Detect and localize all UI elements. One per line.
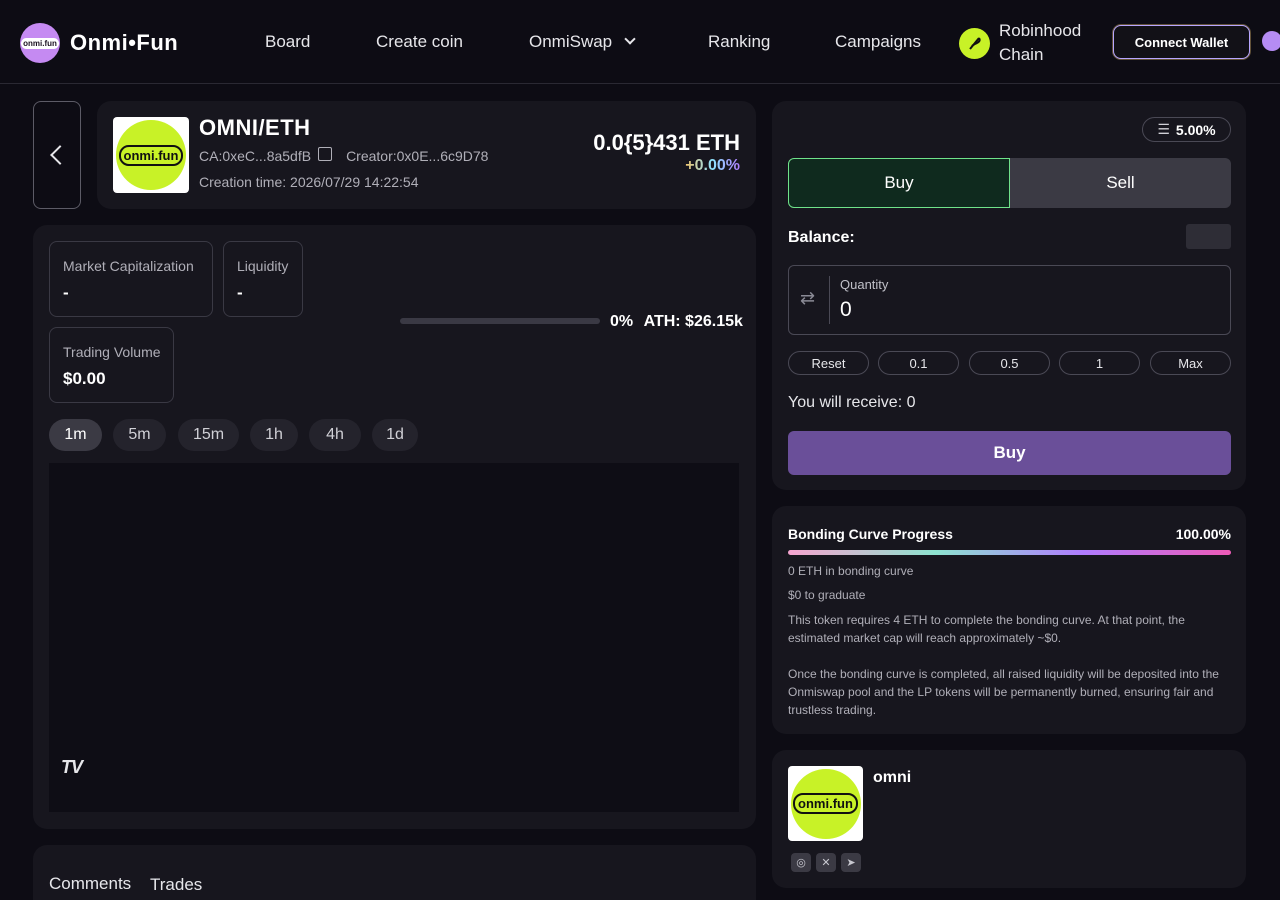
balance-label: Balance:	[788, 229, 855, 246]
ath-progress-percent: 0%	[610, 313, 634, 330]
contract-address: CA:0xeC...8a5dfB	[199, 148, 312, 164]
sell-tab[interactable]: Sell	[1010, 158, 1231, 208]
chevron-down-icon	[624, 33, 636, 45]
nav-ranking[interactable]: Ranking	[708, 32, 770, 52]
timeframe-1d[interactable]: 1d	[372, 419, 418, 451]
bonding-curve-panel: Bonding Curve Progress 100.00% 0 ETH in …	[772, 506, 1246, 734]
liquidity-label: Liquidity	[237, 258, 289, 274]
logo-wordmark: Onmi•Fun	[70, 30, 179, 55]
slippage-value: 5.00%	[1175, 121, 1216, 138]
eth-in-curve: 0 ETH in bonding curve	[788, 564, 914, 578]
receive-estimate: You will receive: 0	[788, 394, 916, 411]
timeframe-1m[interactable]: 1m	[49, 419, 102, 451]
quick-max-button[interactable]: Max	[1150, 351, 1231, 375]
to-graduate: $0 to graduate	[788, 588, 866, 602]
liquidity-card: Liquidity -	[223, 241, 303, 317]
bonding-description-1: This token requires 4 ETH to complete th…	[788, 613, 1185, 645]
quantity-label: Quantity	[840, 277, 889, 292]
top-navbar: onmi.fun Onmi•Fun Board Create coin Onmi…	[0, 0, 1280, 84]
tab-comments[interactable]: Comments	[49, 874, 131, 894]
nav-create-coin[interactable]: Create coin	[376, 32, 463, 52]
quick-0.1-button[interactable]: 0.1	[878, 351, 959, 375]
comments-trades-panel: Comments Trades	[33, 845, 756, 900]
slippage-button[interactable]: ☰ 5.00%	[1142, 117, 1231, 142]
bonding-curve-title: Bonding Curve Progress	[788, 526, 953, 542]
ath-value: ATH: $26.15k	[643, 313, 743, 330]
chain-name-line2: Chain	[999, 45, 1044, 64]
timeframe-15m[interactable]: 15m	[178, 419, 239, 451]
trading-volume-value: $0.00	[63, 369, 106, 388]
chain-selector[interactable]: Robinhood Chain	[959, 19, 1081, 67]
price-chart-area[interactable]: TV	[49, 463, 739, 812]
bonding-curve-progress-bar	[788, 550, 1231, 555]
liquidity-value: -	[237, 283, 243, 302]
telegram-icon[interactable]: ➤	[841, 853, 861, 872]
timeframe-5m[interactable]: 5m	[113, 419, 166, 451]
nav-campaigns[interactable]: Campaigns	[835, 32, 921, 52]
bonding-curve-progress-fill	[788, 550, 1231, 555]
quantity-input-box[interactable]: ⇄ Quantity 0	[788, 265, 1231, 335]
profile-token-name: omni	[873, 769, 912, 786]
buy-submit-button[interactable]: Buy	[788, 431, 1231, 475]
copy-icon[interactable]	[318, 147, 333, 161]
token-logo: onmi.fun	[113, 117, 189, 193]
ath-progress-bar	[400, 318, 600, 324]
quick-reset-button[interactable]: Reset	[788, 351, 869, 375]
tradingview-logo-icon: TV	[61, 757, 83, 777]
tab-trades[interactable]: Trades	[150, 875, 202, 895]
site-logo[interactable]: onmi.fun Onmi•Fun	[20, 23, 178, 63]
balance-value-placeholder	[1186, 224, 1231, 249]
token-price: 0.0{5}431 ETH	[593, 130, 740, 155]
buy-tab[interactable]: Buy	[788, 158, 1010, 208]
logo-badge-icon: onmi.fun	[20, 23, 60, 63]
chain-name-line1: Robinhood	[999, 21, 1082, 40]
trading-volume-label: Trading Volume	[63, 344, 161, 360]
market-cap-value: -	[63, 283, 69, 302]
nav-onmiswap[interactable]: OnmiSwap	[529, 32, 636, 52]
bonding-curve-percent: 100.00%	[1175, 526, 1231, 542]
back-button[interactable]	[33, 101, 81, 209]
chevron-left-icon	[50, 145, 70, 165]
creator-address: Creator:0x0E...6c9D78	[346, 148, 489, 164]
token-pair: OMNI/ETH	[199, 115, 311, 140]
quick-1-button[interactable]: 1	[1059, 351, 1140, 375]
connect-wallet-button[interactable]: Connect Wallet	[1113, 25, 1250, 59]
trading-volume-card: Trading Volume $0.00	[49, 327, 174, 403]
x-twitter-icon[interactable]: ✕	[816, 853, 836, 872]
timeframe-4h[interactable]: 4h	[309, 419, 361, 451]
price-change: +0.00%	[685, 157, 740, 174]
profile-token-logo: onmi.fun	[788, 766, 863, 841]
token-info-panel: onmi.fun OMNI/ETH CA:0xeC...8a5dfB Creat…	[97, 101, 756, 209]
market-cap-label: Market Capitalization	[63, 258, 194, 274]
theme-toggle-moon-icon[interactable]	[1262, 31, 1280, 51]
quantity-input[interactable]: 0	[840, 298, 852, 322]
sliders-icon: ☰	[1157, 121, 1170, 137]
creation-time: Creation time: 2026/07/29 14:22:54	[199, 174, 419, 190]
nav-board[interactable]: Board	[265, 32, 310, 52]
nav-onmiswap-label: OnmiSwap	[529, 32, 613, 51]
website-globe-icon[interactable]: ◎	[791, 853, 811, 872]
swap-arrows-icon[interactable]: ⇄	[800, 288, 815, 309]
market-cap-card: Market Capitalization -	[49, 241, 213, 317]
bonding-description-2: Once the bonding curve is completed, all…	[788, 667, 1219, 717]
quick-0.5-button[interactable]: 0.5	[969, 351, 1050, 375]
robinhood-feather-icon	[959, 27, 990, 59]
timeframe-1h[interactable]: 1h	[250, 419, 298, 451]
